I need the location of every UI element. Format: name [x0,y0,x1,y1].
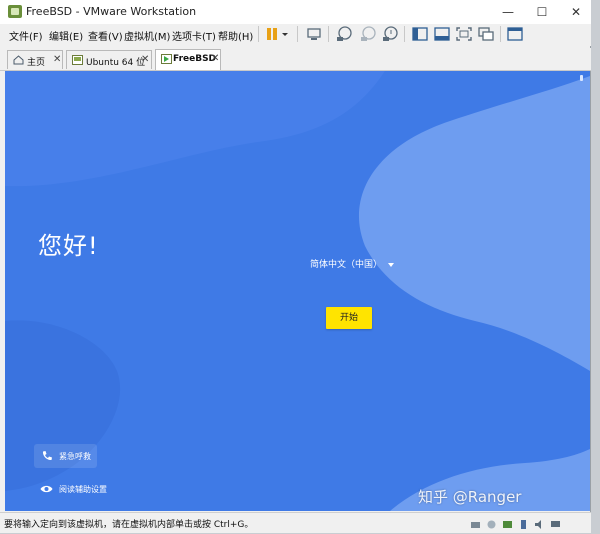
accessibility-label: 阅读辅助设置 [59,485,107,494]
welcome-heading: 您好! [38,232,99,260]
tab-ubuntu[interactable]: Ubuntu 64 位 ✕ [66,50,152,69]
sound-status-icon[interactable] [534,515,545,529]
snapshot-revert-icon[interactable] [359,25,377,43]
vm-console[interactable]: 您好! 简体中文（中国） 开始 紧急呼救 阅读辅助设置 [5,71,590,511]
scroll-indicator [580,75,583,81]
accessibility-settings-button[interactable]: 阅读辅助设置 [34,480,134,498]
vmware-window: FreeBSD - VMware Workstation — ☐ ✕ 文件(F)… [0,0,591,533]
menu-help[interactable]: 帮助(H) [218,28,253,43]
status-message: 要将输入定向到该虚拟机，请在虚拟机内部单击或按 Ctrl+G。 [4,520,254,530]
snapshot-icon[interactable] [335,25,353,43]
minimize-button[interactable]: — [492,0,524,24]
eye-icon [40,485,53,493]
unity-icon[interactable] [477,25,495,43]
watermark: 知乎 @Ranger [418,488,522,506]
emergency-call-button[interactable]: 紧急呼救 [34,444,97,468]
hard-disk-status-icon[interactable] [470,515,481,528]
emergency-call-label: 紧急呼救 [59,452,91,461]
thumbnail-icon[interactable] [506,25,524,43]
menu-vm[interactable]: 虚拟机(M) [124,28,170,43]
snapshot-manager-icon[interactable] [381,25,399,43]
close-tab-icon[interactable]: ✕ [211,53,219,64]
language-value: 简体中文（中国） [310,260,383,270]
maximize-button[interactable]: ☐ [526,0,558,24]
send-ctrl-alt-del-icon[interactable] [305,25,323,43]
menu-tabs[interactable]: 选项卡(T) [172,28,216,43]
pause-dropdown-icon[interactable] [280,25,290,43]
console-view-icon[interactable] [433,25,451,43]
start-button[interactable]: 开始 [326,307,372,329]
toolbar-separator [404,26,405,42]
tab-bar: 主页 ✕ Ubuntu 64 位 ✕ FreeBSD ✕ [0,48,591,71]
title-bar[interactable]: FreeBSD - VMware Workstation — ☐ ✕ [0,0,591,24]
phone-icon [42,451,52,461]
vm-running-icon [161,54,172,64]
display-status-icon[interactable] [550,515,561,527]
library-view-icon[interactable] [411,25,429,43]
network-status-icon[interactable] [502,515,513,528]
tab-home[interactable]: 主页 ✕ [7,50,63,69]
fullscreen-icon[interactable] [455,25,473,43]
cd-status-icon[interactable] [486,515,497,529]
toolbar-separator [258,26,259,42]
tab-label: Ubuntu 64 位 [86,58,146,68]
close-tab-icon[interactable]: ✕ [53,54,61,65]
toolbar-separator [297,26,298,42]
tab-label: FreeBSD [173,54,217,64]
window-title: FreeBSD - VMware Workstation [26,5,197,18]
menu-view[interactable]: 查看(V) [88,28,123,43]
home-icon [13,55,24,65]
vm-icon [72,55,83,65]
toolbar-separator [500,26,501,42]
vmware-app-icon [8,5,22,18]
usb-status-icon[interactable] [518,515,529,529]
tab-freebsd[interactable]: FreeBSD ✕ [155,49,221,70]
chevron-down-icon [388,262,395,267]
close-button[interactable]: ✕ [560,0,592,24]
toolbar-separator [328,26,329,42]
menu-bar: 文件(F) 编辑(E) 查看(V) 虚拟机(M) 选项卡(T) 帮助(H) [0,24,591,46]
tab-label: 主页 [27,58,46,68]
language-selector[interactable]: 简体中文（中国） [310,257,395,270]
menu-file[interactable]: 文件(F) [9,28,43,43]
menu-edit[interactable]: 编辑(E) [49,28,83,43]
close-tab-icon[interactable]: ✕ [141,54,149,65]
